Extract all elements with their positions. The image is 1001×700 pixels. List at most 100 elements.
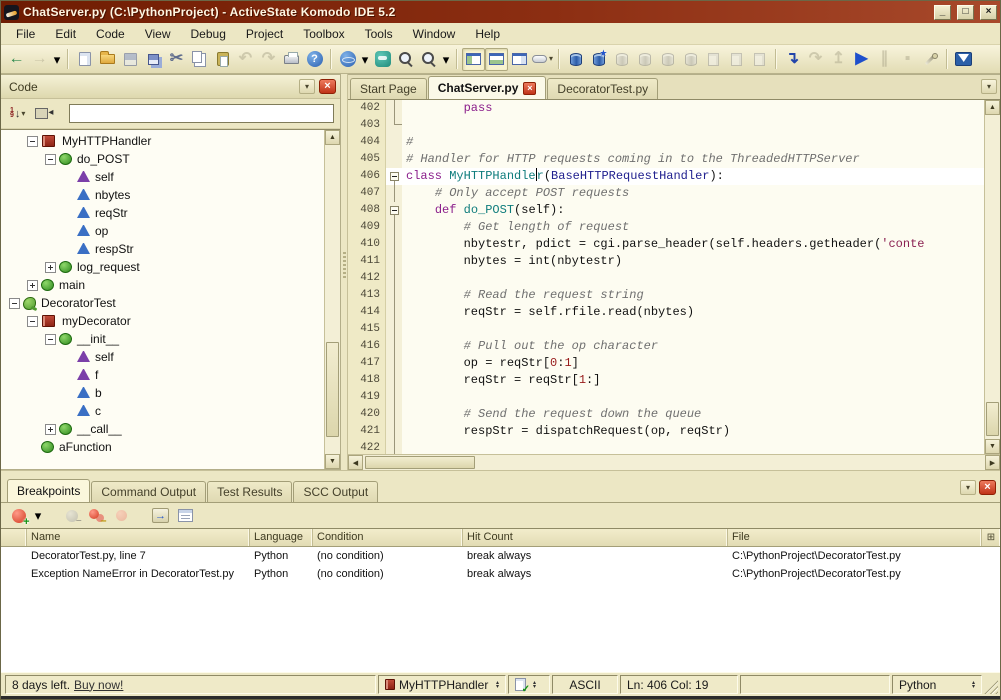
scroll-down-icon[interactable]: ▼ [985,439,1000,454]
run-button[interactable]: ▶ [850,48,873,71]
tree-item-afunction[interactable]: aFunction [1,438,324,456]
code-line-416[interactable]: 416 # Pull out the op character [348,338,984,355]
tab-decoratortest-py[interactable]: DecoratorTest.py [547,78,658,99]
code-line-417[interactable]: 417 op = reqStr[0:1] [348,355,984,372]
code-line-text[interactable]: # Handler for HTTP requests coming in to… [402,151,984,168]
code-line-407[interactable]: 407 # Only accept POST requests [348,185,984,202]
tree-item-do-post[interactable]: do_POST [1,150,324,168]
clear-all-breakpoints-button[interactable] [110,504,133,527]
breakpoint-enabled-cell[interactable] [1,550,27,562]
code-line-text[interactable] [402,440,984,454]
macro-record-button[interactable] [919,48,942,71]
tab-list-button[interactable]: ▾ [981,79,997,94]
fold-margin[interactable] [386,219,402,236]
breakpoint-row[interactable]: DecoratorTest.py, line 7Python(no condit… [1,547,1000,565]
title-bar[interactable]: ChatServer.py (C:\PythonProject) - Activ… [1,1,1000,23]
status-encoding[interactable]: ASCII [552,675,618,694]
scc-push-button[interactable] [748,48,771,71]
menu-debug[interactable]: Debug [182,25,235,43]
scc-edit-button[interactable] [610,48,633,71]
breakpoint-enabled-cell[interactable] [1,568,27,580]
fold-margin[interactable] [386,372,402,389]
code-line-text[interactable]: respStr = dispatchRequest(op, reqStr) [402,423,984,440]
code-line-text[interactable] [402,389,984,406]
code-line-text[interactable]: reqStr = self.rfile.read(nbytes) [402,304,984,321]
line-number[interactable]: 409 [348,219,386,236]
print-button[interactable] [280,48,303,71]
line-number[interactable]: 412 [348,270,386,287]
code-line-text[interactable]: op = reqStr[0:1] [402,355,984,372]
tree-vertical-scrollbar[interactable]: ▲ ▼ [324,130,340,469]
code-line-text[interactable] [402,321,984,338]
copy-button[interactable] [188,48,211,71]
code-line-403[interactable]: 403 [348,117,984,134]
tree-item-decoratortest[interactable]: DecoratorTest [1,294,324,312]
scroll-down-icon[interactable]: ▼ [325,454,340,469]
header-icon-column[interactable] [1,529,27,546]
code-line-415[interactable]: 415 [348,321,984,338]
menu-help[interactable]: Help [466,25,509,43]
scroll-up-icon[interactable]: ▲ [325,130,340,145]
collapse-icon[interactable] [27,136,38,147]
sort-order-button[interactable]: ↓ ▾ [7,105,28,123]
pause-button[interactable]: ∥ [873,48,896,71]
panel-menu-button[interactable]: ▾ [299,79,315,94]
toggle-all-breakpoints-button[interactable] [85,504,108,527]
scc-sync-button[interactable] [633,48,656,71]
collapse-icon[interactable] [45,334,56,345]
code-line-text[interactable]: nbytes = int(nbytestr) [402,253,984,270]
column-picker-icon[interactable]: ⊞ [982,529,1000,546]
code-line-text[interactable]: reqStr = reqStr[1:] [402,372,984,389]
code-line-404[interactable]: 404# [348,134,984,151]
tab-breakpoints[interactable]: Breakpoints [7,479,90,502]
fold-margin[interactable] [386,100,402,117]
paste-button[interactable] [211,48,234,71]
tree-item--init-[interactable]: __init__ [1,330,324,348]
code-line-text[interactable]: # Only accept POST requests [402,185,984,202]
line-number[interactable]: 421 [348,423,386,440]
code-line-420[interactable]: 420 # Send the request down the queue [348,406,984,423]
collapse-icon[interactable] [27,316,38,327]
line-number[interactable]: 407 [348,185,386,202]
tab-scc-output[interactable]: SCC Output [293,481,378,502]
output-panel-menu-button[interactable]: ▾ [960,480,976,495]
close-button[interactable]: × [980,5,997,20]
fold-margin[interactable] [386,236,402,253]
tree-item--call-[interactable]: __call__ [1,420,324,438]
goto-source-button[interactable] [149,504,172,527]
tree-item-respstr[interactable]: respStr [1,240,324,258]
help-button[interactable]: ? [303,48,326,71]
cut-button[interactable]: ✂ [165,48,188,71]
code-line-419[interactable]: 419 [348,389,984,406]
toolbar-options-button[interactable]: ▾ [531,48,554,71]
back-button[interactable]: ← [5,48,28,71]
header-condition[interactable]: Condition [313,529,463,546]
panel-splitter[interactable] [341,74,348,470]
line-number[interactable]: 408 [348,202,386,219]
menu-code[interactable]: Code [87,25,134,43]
save-all-button[interactable] [142,48,165,71]
fold-margin[interactable] [386,134,402,151]
menu-toolbox[interactable]: Toolbox [294,25,353,43]
fold-margin[interactable] [386,151,402,168]
code-line-text[interactable]: # Get length of request [402,219,984,236]
tree-scroll-thumb[interactable] [326,342,339,437]
preview-caret-button[interactable]: ▾ [359,48,371,71]
breakpoint-properties-button[interactable] [174,504,197,527]
line-number[interactable]: 410 [348,236,386,253]
tab-close-icon[interactable]: × [523,82,536,95]
tree-item-b[interactable]: b [1,384,324,402]
code-line-text[interactable] [402,270,984,287]
maximize-button[interactable]: □ [957,5,974,20]
line-number[interactable]: 405 [348,151,386,168]
line-number[interactable]: 416 [348,338,386,355]
fold-margin[interactable] [386,253,402,270]
code-line-text[interactable]: # Read the request string [402,287,984,304]
expand-icon[interactable] [45,262,56,273]
line-number[interactable]: 418 [348,372,386,389]
code-line-text[interactable] [402,117,984,134]
fold-margin[interactable] [386,338,402,355]
community-button[interactable] [371,48,394,71]
step-in-button[interactable]: ↴ [781,48,804,71]
fold-margin[interactable] [386,117,402,134]
